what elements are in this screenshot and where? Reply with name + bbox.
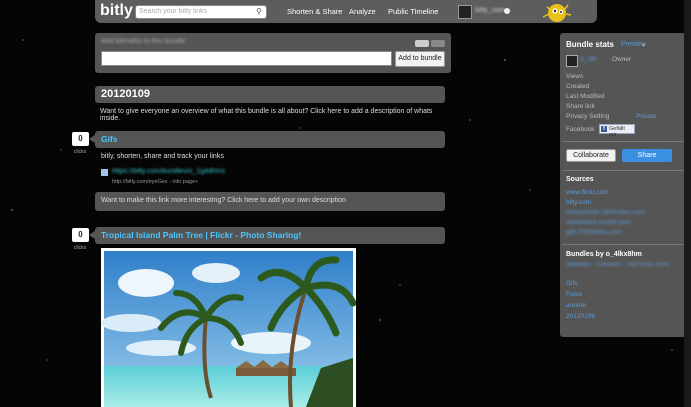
- link-source[interactable]: http://bitly.com/eyeGes - info page+: [112, 179, 198, 185]
- bundle-description-prompt[interactable]: Want to give everyone an overview of wha…: [100, 108, 445, 122]
- owner-name[interactable]: o_4lk: [580, 56, 597, 63]
- username[interactable]: bitly_user: [475, 7, 505, 14]
- divider: [562, 141, 684, 142]
- click-count: 0: [72, 228, 89, 242]
- add-bar-title: Add bitmarks to this bundle: [101, 38, 186, 45]
- link-note-prompt[interactable]: Want to make this link more interesting?…: [101, 197, 346, 204]
- link-title[interactable]: Gifs: [101, 134, 118, 144]
- stat-views: Views: [566, 73, 584, 80]
- stat-last-modified: Last Modified: [566, 93, 605, 100]
- stat-share-link: Share link: [566, 103, 595, 110]
- bundle-list-item[interactable]: 20120109: [566, 313, 595, 320]
- collaborate-button[interactable]: Collaborate: [566, 149, 616, 162]
- source-item[interactable]: stoneblack.tumblr.com: [566, 219, 631, 226]
- facebook-like-button[interactable]: f Gefällt mir: [599, 124, 635, 138]
- chevron-down-icon[interactable]: ▾: [642, 42, 645, 49]
- facebook-label: Facebook: [566, 126, 595, 133]
- bitly-logo[interactable]: bitly: [100, 2, 133, 20]
- tropical-island-photo[interactable]: [101, 248, 356, 407]
- bundles-subtitle[interactable]: 3Bundles · Followers · and much more: [566, 262, 669, 268]
- scrollbar[interactable]: [684, 0, 691, 407]
- source-item[interactable]: bitly.com: [566, 199, 591, 206]
- owner-role: Owner: [612, 56, 632, 63]
- source-item[interactable]: gifs.7000miles.com: [566, 229, 622, 236]
- avatar[interactable]: [458, 5, 472, 19]
- share-button[interactable]: Share: [622, 149, 672, 162]
- stat-privacy: Privacy Setting: [566, 113, 610, 120]
- click-count: 0: [72, 132, 89, 146]
- search-input[interactable]: Search your bitly links: [135, 5, 267, 19]
- bundle-list-item[interactable]: andere: [566, 302, 586, 309]
- monster-mascot-icon: [542, 4, 572, 22]
- divider: [562, 170, 684, 171]
- favicon-icon: [101, 169, 108, 176]
- facebook-icon: f: [601, 126, 607, 132]
- bundle-title[interactable]: 20120109: [101, 88, 150, 100]
- search-icon[interactable]: ⚲: [256, 7, 262, 16]
- nav-public-timeline[interactable]: Public Timeline: [388, 7, 438, 16]
- stat-created: Created: [566, 83, 590, 90]
- short-link[interactable]: https://bitly.com/bundles/o_1g4dhms: [112, 168, 225, 175]
- user-menu-icon[interactable]: [504, 8, 510, 14]
- nav-analyze[interactable]: Analyze: [349, 7, 376, 16]
- link-title-bar: [95, 131, 445, 148]
- nav-shorten-share[interactable]: Shorten & Share: [287, 7, 342, 16]
- bundles-by-title: Bundles by o_4lkx8hm: [566, 251, 642, 258]
- clicks-label: clicks: [73, 245, 87, 251]
- bundle-list-item[interactable]: Gifs: [566, 280, 578, 287]
- toggle-view-icon[interactable]: [415, 40, 429, 47]
- owner-avatar[interactable]: [566, 55, 578, 67]
- clicks-label: clicks: [73, 149, 87, 155]
- divider: [562, 244, 684, 245]
- privacy-value[interactable]: Private: [636, 113, 656, 120]
- bundle-list-item[interactable]: Fotos: [566, 291, 582, 298]
- link-description: bitly, shorten, share and track your lin…: [101, 153, 224, 160]
- source-item[interactable]: www.flickr.com: [566, 189, 609, 196]
- list-view-icon[interactable]: [431, 40, 445, 47]
- link-title[interactable]: Tropical Island Palm Tree | Flickr - Pho…: [101, 230, 301, 240]
- facebook-like-label: Gefällt mir: [609, 126, 625, 138]
- sources-title: Sources: [566, 176, 594, 183]
- add-to-bundle-button[interactable]: Add to bundle: [395, 51, 445, 67]
- sidebar-title: Bundle stats: [566, 40, 615, 49]
- source-item[interactable]: fontcost16x.1800miles.com: [566, 209, 645, 216]
- add-url-input[interactable]: [101, 51, 392, 66]
